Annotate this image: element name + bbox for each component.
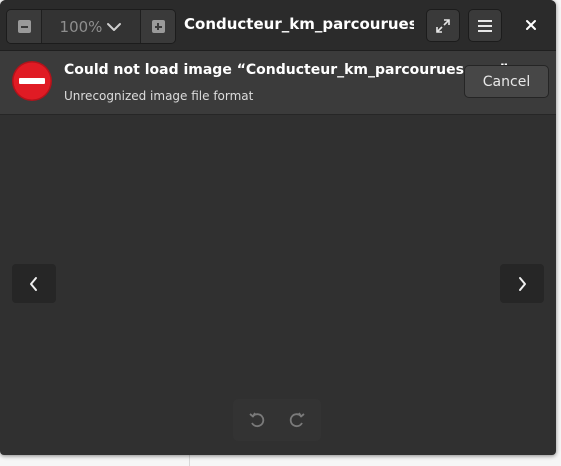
cancel-button[interactable]: Cancel [464, 65, 549, 98]
main-menu-button[interactable] [468, 9, 502, 42]
rotate-left-icon [249, 412, 265, 428]
close-button[interactable] [518, 12, 544, 38]
next-image-button[interactable] [500, 264, 544, 303]
chevron-right-icon [519, 276, 526, 291]
zoom-out-button[interactable] [7, 10, 42, 43]
error-subtitle: Unrecognized image file format [64, 89, 254, 103]
fullscreen-button[interactable] [426, 9, 460, 42]
close-icon [526, 20, 536, 30]
hamburger-menu-icon [478, 19, 492, 32]
error-infobar: Could not load image “Conducteur_km_parc… [0, 51, 556, 115]
zoom-in-icon [151, 20, 165, 33]
chevron-down-icon [107, 22, 122, 31]
error-title: Could not load image “Conducteur_km_parc… [64, 62, 514, 78]
window-title: Conducteur_km_parcourues.... [184, 15, 414, 33]
zoom-out-icon [17, 20, 31, 33]
zoom-level-value: 100% [59, 17, 103, 36]
rotate-right-button[interactable] [282, 405, 312, 435]
header-bar: 100% Conducteur_km_parcourues.... [0, 0, 556, 51]
image-viewer-window: 100% Conducteur_km_parcourues.... [0, 0, 556, 455]
rotate-right-icon [289, 412, 305, 428]
zoom-level-dropdown[interactable]: 100% [42, 10, 140, 43]
rotate-controls [233, 399, 321, 441]
zoom-control: 100% [6, 9, 176, 44]
error-icon [12, 61, 52, 101]
chevron-left-icon [30, 276, 37, 291]
rotate-left-button[interactable] [242, 405, 272, 435]
zoom-in-button[interactable] [140, 10, 175, 43]
fullscreen-icon [436, 18, 450, 33]
previous-image-button[interactable] [12, 264, 56, 303]
